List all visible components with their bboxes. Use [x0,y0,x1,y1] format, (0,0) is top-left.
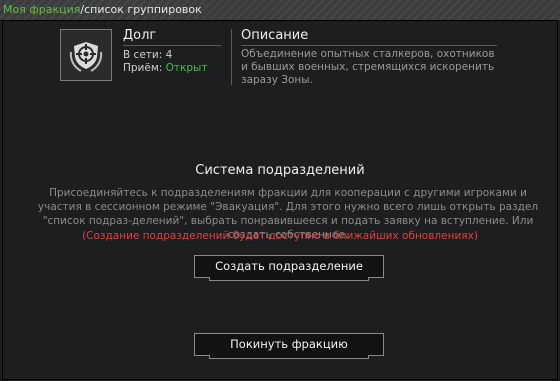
header-divider [231,29,232,85]
description-title: Описание [241,28,309,43]
online-stat: В сети: 4 [123,49,172,61]
faction-name-underline [123,45,221,46]
subdivisions-title: Система подразделений [195,163,365,178]
shield-target-icon [69,42,103,72]
create-subdivision-button[interactable]: Создать подразделение [194,255,384,281]
top-bar: Моя фракция/список группировок [0,0,560,20]
breadcrumb: Моя фракция/список группировок [3,0,202,20]
recruitment-stat: Приём: Открыт [123,62,207,74]
description-underline [241,45,497,46]
leave-faction-button[interactable]: Покинуть фракцию [194,333,384,359]
faction-name: Долг [123,28,157,43]
faction-emblem [60,29,112,81]
breadcrumb-my-faction[interactable]: Моя фракция [3,3,80,16]
breadcrumb-faction-list[interactable]: список группировок [84,3,202,16]
description-text: Объединение опытных сталкеров, охотников… [241,48,495,86]
recruitment-status: Открыт [165,62,208,74]
recruitment-label: Приём: [123,62,163,74]
online-count: 4 [165,49,173,61]
subdivisions-warning: (Создание подразделений будет доступно в… [82,230,478,242]
online-label: В сети: [123,49,163,61]
